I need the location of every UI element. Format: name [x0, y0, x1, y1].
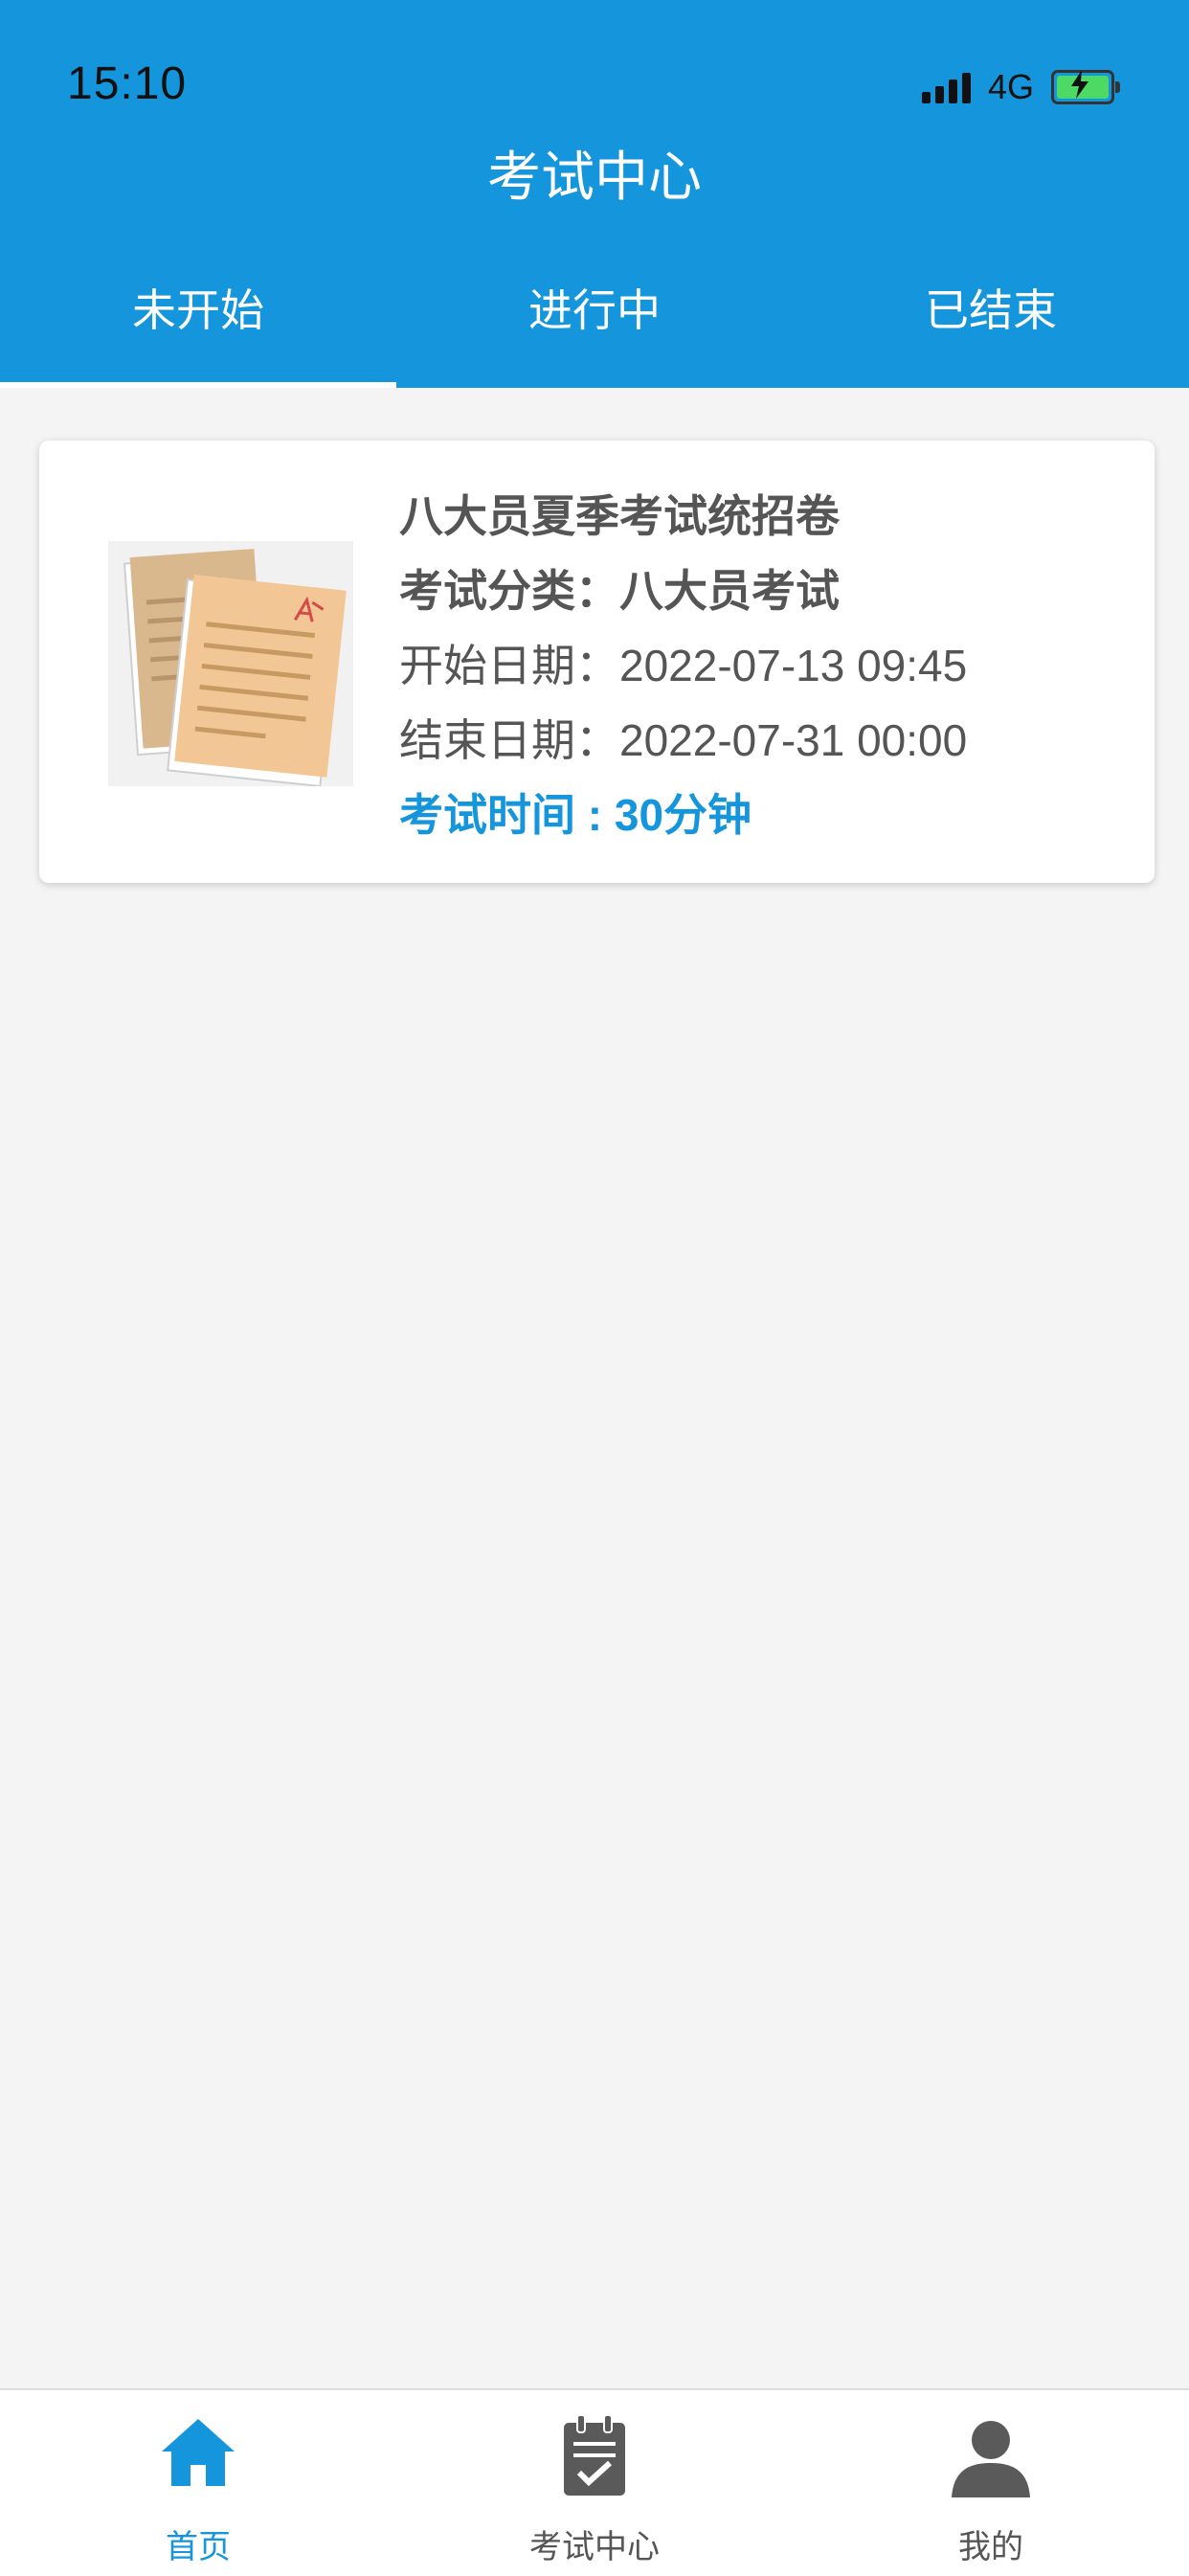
- nav-home-label: 首页: [166, 2529, 231, 2565]
- exam-info: 八大员夏季考试统招卷 考试分类：八大员考试 开始日期：2022-07-13 09…: [399, 479, 1127, 852]
- bottom-nav: 首页 考试中心 我的: [0, 2388, 1189, 2576]
- exam-start-value: 2022-07-13 09:45: [619, 641, 968, 690]
- status-time: 15:10: [67, 58, 188, 109]
- clipboard-check-icon: [564, 2414, 625, 2496]
- exam-paper-icon: [108, 541, 353, 788]
- exam-start-date: 开始日期：2022-07-13 09:45: [399, 628, 1127, 703]
- header-bar: 15:10 4G 考试中心 未开始 进行中 已结束: [0, 0, 1189, 388]
- exam-start-label: 开始日期：: [399, 641, 619, 690]
- nav-mine-label: 我的: [958, 2529, 1023, 2565]
- exam-category: 考试分类：八大员考试: [399, 554, 1127, 628]
- exam-card[interactable]: 八大员夏季考试统招卷 考试分类：八大员考试 开始日期：2022-07-13 09…: [39, 441, 1155, 883]
- status-tabs: 未开始 进行中 已结束: [0, 268, 1189, 388]
- nav-exam-center-label: 考试中心: [529, 2529, 660, 2565]
- battery-icon: [1051, 70, 1120, 104]
- exam-end-value: 2022-07-31 00:00: [619, 715, 968, 765]
- exam-end-date: 结束日期：2022-07-31 00:00: [399, 703, 1127, 778]
- status-indicators: 4G: [921, 65, 1120, 109]
- exam-duration: 考试时间 : 30分钟: [399, 778, 1127, 852]
- exam-category-label: 考试分类：: [399, 566, 619, 616]
- exam-title: 八大员夏季考试统招卷: [399, 491, 840, 541]
- home-icon: [162, 2419, 235, 2486]
- tab-finished[interactable]: 已结束: [793, 268, 1189, 388]
- nav-exam-center[interactable]: 考试中心: [396, 2390, 793, 2576]
- exam-end-label: 结束日期：: [399, 715, 619, 765]
- nav-home[interactable]: 首页: [0, 2390, 396, 2576]
- page-title: 考试中心: [487, 147, 702, 207]
- exam-category-value: 八大员考试: [619, 566, 840, 616]
- exam-duration-value: 30分钟: [614, 790, 752, 840]
- signal-icon: [921, 71, 971, 103]
- tab-in-progress[interactable]: 进行中: [396, 268, 793, 388]
- exam-duration-label: 考试时间 :: [399, 790, 615, 840]
- nav-mine[interactable]: 我的: [793, 2390, 1189, 2576]
- user-icon: [952, 2421, 1030, 2497]
- network-type: 4G: [987, 67, 1034, 106]
- tab-not-started[interactable]: 未开始: [0, 268, 396, 388]
